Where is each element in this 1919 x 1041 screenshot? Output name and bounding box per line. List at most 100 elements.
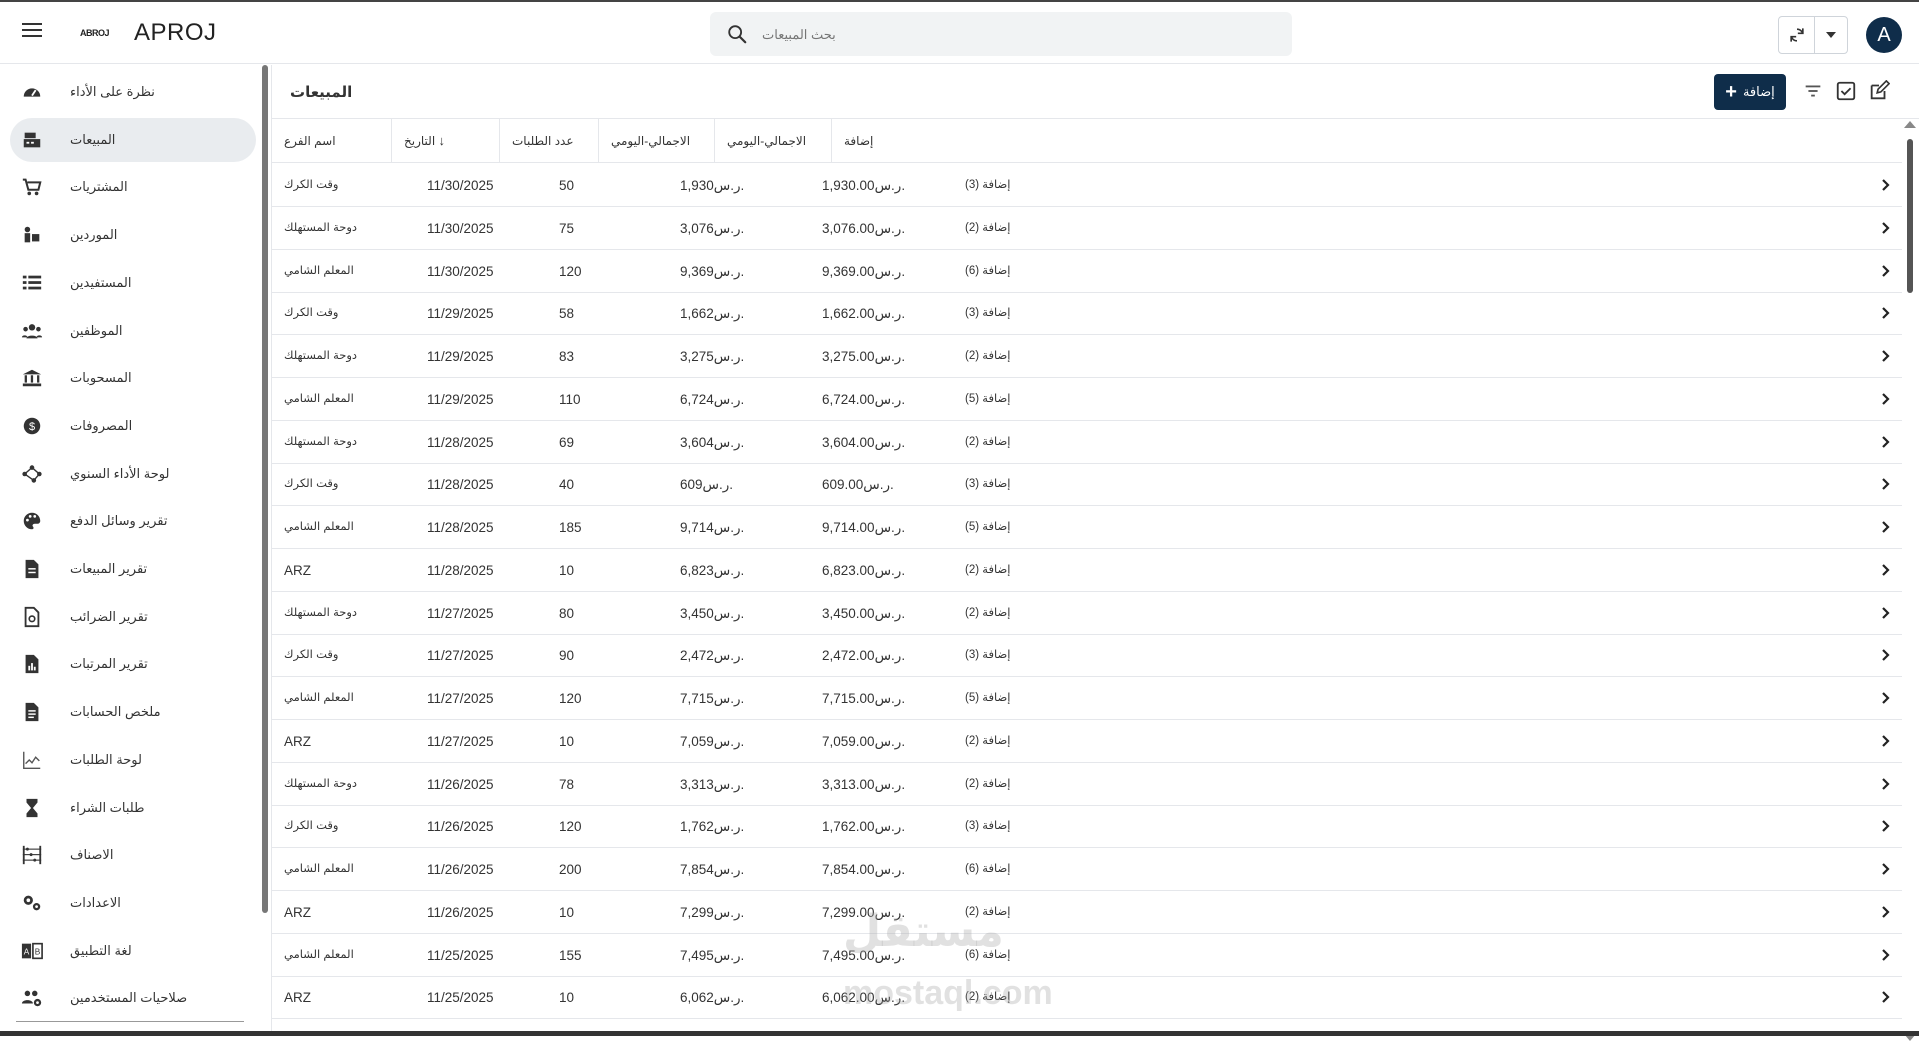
cell-date: 11/27/2025	[427, 648, 494, 664]
search-input[interactable]	[762, 18, 1262, 50]
chevron-right-icon[interactable]	[1879, 777, 1893, 791]
chevron-right-icon[interactable]	[1879, 948, 1893, 962]
sidebar-item-document[interactable]: تقرير المبيعات	[10, 547, 256, 591]
chevron-right-icon[interactable]	[1879, 178, 1893, 192]
filter-icon[interactable]	[1802, 80, 1824, 102]
chevron-right-icon[interactable]	[1879, 264, 1893, 278]
sync-button[interactable]	[1779, 17, 1815, 53]
sidebar-item-palette[interactable]: تقرير وسائل الدفع	[10, 499, 256, 543]
sidebar-item-users-gear[interactable]: صلاحيات المستخدمين	[10, 976, 256, 1020]
cell-add-link[interactable]: إضافة (2)	[965, 592, 1010, 635]
table-row[interactable]: ARZ 11/27/2025 10 7,059ر.س. 7,059.00ر.س. إضاف…	[272, 720, 1902, 763]
table-row[interactable]: المعلم الشامي 11/26/2025 200 7,854ر.س. 7,854…	[272, 848, 1902, 891]
table-row[interactable]: ARZ 11/28/2025 10 6,823ر.س. 6,823.00ر.س. إضاف…	[272, 549, 1902, 592]
avatar[interactable]: A	[1866, 17, 1902, 53]
sidebar-item-bank[interactable]: المسحوبات	[10, 356, 256, 400]
cell-add-link[interactable]: إضافة (2)	[965, 421, 1010, 464]
table-row[interactable]: وقت الكرك 11/30/2025 50 1,930ر.س. 1,930.00ر.…	[272, 164, 1902, 207]
table-row[interactable]: ARZ 11/25/2025 10 6,062ر.س. 6,062.00ر.س. إضاف…	[272, 976, 1902, 1020]
column-orders-count[interactable]: عدد الطلبات	[500, 119, 599, 163]
sidebar-item-chart-document[interactable]: تقرير المرتبات	[10, 642, 256, 686]
cell-add-link[interactable]: إضافة (3)	[965, 634, 1010, 677]
table-row[interactable]: دوحة المستهلك 11/27/2025 80 3,450ر.س. 3,450.…	[272, 592, 1902, 635]
chevron-right-icon[interactable]	[1879, 306, 1893, 320]
cell-add-link[interactable]: إضافة (2)	[965, 720, 1010, 763]
cell-branch: المعلم الشامي	[284, 521, 354, 533]
cell-add-link[interactable]: إضافة (5)	[965, 506, 1010, 549]
sidebar-item-people[interactable]: الموظفين	[10, 309, 256, 353]
checkbox-select-icon[interactable]	[1835, 80, 1857, 102]
sidebar-item-coin[interactable]: $ المصروفات	[10, 404, 256, 448]
column-date[interactable]: التاريخ ↓	[392, 119, 500, 163]
column-branch-name[interactable]: اسم الفرع	[272, 119, 392, 163]
chevron-right-icon[interactable]	[1879, 819, 1893, 833]
column-daily-total-full[interactable]: الاجمالي-اليومي	[715, 119, 832, 163]
sidebar-item-abacus[interactable]: الاصناف	[10, 833, 256, 877]
sidebar-item-cart[interactable]: المشتريات	[10, 165, 256, 209]
column-add[interactable]: إضافة	[832, 119, 1902, 163]
add-button[interactable]: + إضافة	[1714, 74, 1786, 110]
scrollbar-thumb[interactable]	[1907, 139, 1913, 293]
table-row[interactable]: دوحة المستهلك 11/28/2025 69 3,604ر.س. 3,604.…	[272, 421, 1902, 464]
sidebar-item-language[interactable]: A B لغة التطبيق	[10, 929, 256, 973]
table-row[interactable]: دوحة المستهلك 11/26/2025 78 3,313ر.س. 3,313.…	[272, 763, 1902, 806]
sidebar-item-speedometer[interactable]: نظرة على الأداء	[10, 70, 256, 114]
table-row[interactable]: وقت الكرك 11/27/2025 90 2,472ر.س. 2,472.00ر.…	[272, 634, 1902, 678]
sidebar-item-cash-register[interactable]: المبيعات	[10, 117, 256, 162]
search-icon[interactable]	[726, 23, 748, 45]
table-row[interactable]: المعلم الشامي 11/27/2025 120 7,715ر.س. 7,715…	[272, 677, 1902, 720]
chevron-right-icon[interactable]	[1879, 734, 1893, 748]
cell-add-link[interactable]: إضافة (6)	[965, 250, 1010, 293]
cell-add-link[interactable]: إضافة (3)	[965, 463, 1010, 506]
chevron-right-icon[interactable]	[1879, 990, 1893, 1004]
table-row[interactable]: ARZ 11/26/2025 10 7,299ر.س. 7,299.00ر.س. إضاف…	[272, 891, 1902, 934]
table-scrollbar[interactable]	[1904, 121, 1916, 1041]
cell-add-link[interactable]: إضافة (6)	[965, 848, 1010, 891]
table-row[interactable]: دوحة المستهلك 11/30/2025 75 3,076ر.س. 3,076.…	[272, 207, 1902, 250]
table-row[interactable]: وقت الكرك 11/28/2025 40 609ر.س. 609.00ر.س. إض…	[272, 463, 1902, 507]
chevron-right-icon[interactable]	[1879, 221, 1893, 235]
sidebar-item-gears[interactable]: الاعدادات	[10, 881, 256, 925]
hamburger-menu-icon[interactable]	[18, 19, 46, 47]
table-row[interactable]: المعلم الشامي 11/30/2025 120 9,369ر.س. 9,369…	[272, 250, 1902, 293]
table-row[interactable]: المعلم الشامي 11/29/2025 110 6,724ر.س. 6,724…	[272, 378, 1902, 421]
edit-icon[interactable]	[1868, 80, 1890, 102]
chevron-right-icon[interactable]	[1879, 349, 1893, 363]
chevron-right-icon[interactable]	[1879, 648, 1893, 662]
chevron-right-icon[interactable]	[1879, 606, 1893, 620]
table-row[interactable]: المعلم الشامي 11/25/2025 155 7,495ر.س. 7,495…	[272, 934, 1902, 977]
cell-add-link[interactable]: إضافة (3)	[965, 805, 1010, 848]
chevron-right-icon[interactable]	[1879, 435, 1893, 449]
sidebar-item-line-chart[interactable]: لوحة الطلبات	[10, 738, 256, 782]
app-title: APROJ	[134, 19, 217, 46]
sidebar-item-summary-document[interactable]: ملخص الحسابات	[10, 690, 256, 734]
chevron-right-icon[interactable]	[1879, 563, 1893, 577]
sidebar-scrollbar[interactable]	[262, 65, 268, 913]
sidebar-item-tax-document[interactable]: تقرير الضرائب	[10, 595, 256, 639]
table-row[interactable]: المعلم الشامي 11/28/2025 185 9,714ر.س. 9,714…	[272, 506, 1902, 549]
sidebar-item-list[interactable]: المستفيدين	[10, 261, 256, 305]
table-row[interactable]: وقت الكرك 11/26/2025 120 1,762ر.س. 1,762.00ر…	[272, 805, 1902, 849]
cell-add-link[interactable]: إضافة (2)	[965, 763, 1010, 806]
chevron-right-icon[interactable]	[1879, 520, 1893, 534]
cell-add-link[interactable]: إضافة (3)	[965, 164, 1010, 207]
sidebar-item-hourglass[interactable]: طلبات الشراء	[10, 786, 256, 830]
cell-add-link[interactable]: إضافة (5)	[965, 677, 1010, 720]
sidebar-item-network[interactable]: لوحة الأداء السنوي	[10, 452, 256, 496]
table-row[interactable]: دوحة المستهلك 11/29/2025 83 3,275ر.س. 3,275.…	[272, 335, 1902, 378]
table-row[interactable]: وقت الكرك 11/29/2025 58 1,662ر.س. 1,662.00ر.…	[272, 292, 1902, 336]
column-daily-total-short[interactable]: الاجمالي-اليومي	[599, 119, 715, 163]
scroll-up-arrow-icon[interactable]	[1904, 121, 1916, 128]
sidebar-item-supplier[interactable]: الموردين	[10, 213, 256, 257]
chevron-right-icon[interactable]	[1879, 905, 1893, 919]
cell-add-link[interactable]: إضافة (2)	[965, 335, 1010, 378]
sync-dropdown-button[interactable]	[1815, 17, 1847, 53]
cell-add-link[interactable]: إضافة (2)	[965, 207, 1010, 250]
cell-add-link[interactable]: إضافة (3)	[965, 292, 1010, 335]
cell-add-link[interactable]: إضافة (2)	[965, 549, 1010, 592]
chevron-right-icon[interactable]	[1879, 477, 1893, 491]
chevron-right-icon[interactable]	[1879, 392, 1893, 406]
chevron-right-icon[interactable]	[1879, 862, 1893, 876]
cell-add-link[interactable]: إضافة (5)	[965, 378, 1010, 421]
chevron-right-icon[interactable]	[1879, 691, 1893, 705]
